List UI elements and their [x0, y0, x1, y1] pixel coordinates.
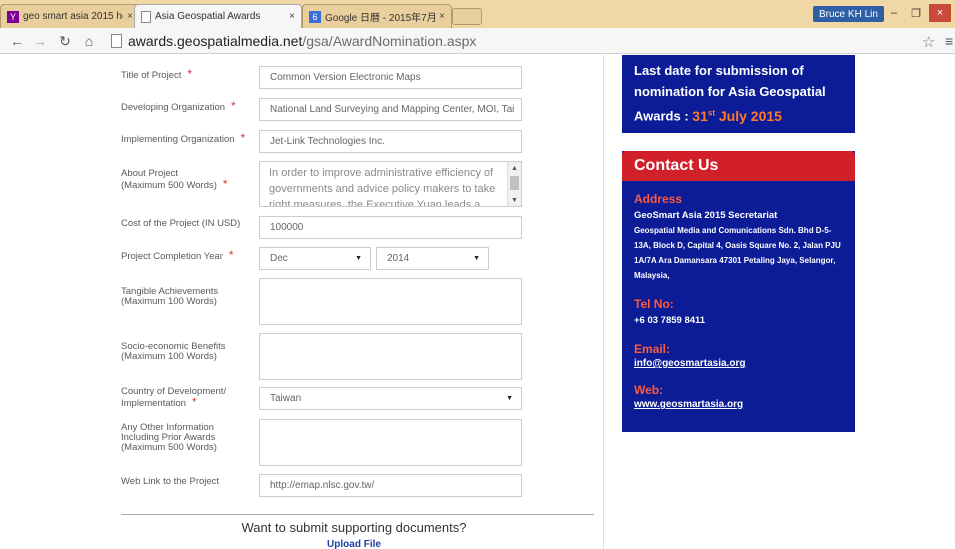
- country-select[interactable]: Taiwan ▼: [259, 387, 522, 410]
- other-info-textarea[interactable]: [259, 419, 522, 466]
- organization-name: GeoSmart Asia 2015 Secretariat: [634, 210, 778, 221]
- new-tab-button[interactable]: [452, 8, 482, 25]
- web-title: Web:: [634, 383, 664, 397]
- required-mark: *: [187, 67, 193, 81]
- required-mark: *: [191, 395, 197, 409]
- selected-year: 2014: [387, 253, 410, 264]
- page-content: Title of Project * Common Version Electro…: [0, 55, 955, 549]
- tab-strip: Y geo smart asia 2015 help × Asia Geospa…: [0, 0, 955, 28]
- title-input[interactable]: Common Version Electronic Maps: [259, 66, 522, 89]
- tel-number: +6 03 7859 8411: [634, 315, 706, 326]
- completion-year-select[interactable]: 2014 ▼: [376, 247, 489, 270]
- country-label: Country of Development/ Implementation *: [121, 386, 227, 409]
- about-textarea[interactable]: In order to improve administrative effic…: [259, 161, 522, 207]
- yahoo-icon: Y: [7, 10, 19, 23]
- browser-toolbar: ← → ↻ ⌂ awards.geospatialmedia.net/gsa/A…: [0, 28, 955, 54]
- address-text: Geospatial Media and Comunications Sdn. …: [634, 226, 841, 280]
- home-icon[interactable]: ⌂: [80, 32, 98, 50]
- back-icon[interactable]: ←: [8, 32, 26, 50]
- supporting-docs-prompt: Want to submit supporting documents?: [241, 520, 467, 535]
- chevron-down-icon: ▼: [355, 255, 362, 262]
- nomination-form: Title of Project * Common Version Electro…: [104, 55, 604, 549]
- address-title: Address: [634, 192, 683, 206]
- tab-google-calendar[interactable]: 6 Google 日曆 - 2015年7月 ×: [302, 4, 452, 28]
- required-mark: *: [222, 177, 228, 191]
- completion-month-select[interactable]: Dec ▼: [259, 247, 371, 270]
- email-link[interactable]: info@geosmartasia.org: [634, 358, 843, 369]
- tab-geo-smart-search[interactable]: Y geo smart asia 2015 help ×: [0, 4, 140, 28]
- web-link-label: Web Link to the Project: [121, 476, 220, 487]
- about-label: About Project (Maximum 500 Words) *: [121, 168, 228, 191]
- implementing-org-label: Implementing Organization *: [121, 131, 246, 145]
- profile-button[interactable]: Bruce KH Lin: [813, 6, 884, 22]
- address-bar[interactable]: awards.geospatialmedia.net/gsa/AwardNomi…: [111, 31, 931, 51]
- other-info-label: Any Other Information Including Prior Aw…: [121, 422, 217, 453]
- close-window-icon[interactable]: ×: [929, 4, 951, 22]
- tel-title: Tel No:: [634, 297, 674, 311]
- email-title: Email:: [634, 342, 671, 356]
- web-link-input[interactable]: http://emap.nlsc.gov.tw/: [259, 474, 522, 497]
- upload-file-link[interactable]: Upload File: [104, 539, 604, 549]
- developing-org-label: Developing Organization *: [121, 99, 236, 113]
- scroll-up-icon[interactable]: ▲: [508, 162, 521, 174]
- scroll-thumb[interactable]: [510, 176, 519, 190]
- menu-icon[interactable]: ≡: [945, 33, 953, 49]
- tab-asia-geospatial-awards[interactable]: Asia Geospatial Awards ×: [134, 4, 302, 28]
- bookmark-star-icon[interactable]: ☆: [922, 33, 935, 51]
- required-mark: *: [240, 131, 246, 145]
- tangible-textarea[interactable]: [259, 278, 522, 325]
- chevron-down-icon: ▼: [506, 395, 513, 402]
- forward-icon[interactable]: →: [31, 32, 49, 50]
- selected-country: Taiwan: [270, 393, 302, 404]
- close-tab-icon[interactable]: ×: [289, 11, 295, 22]
- url-host: awards.geospatialmedia.net: [128, 33, 303, 49]
- reload-icon[interactable]: ↻: [56, 32, 74, 50]
- about-text: In order to improve administrative effic…: [269, 167, 496, 206]
- required-mark: *: [228, 248, 234, 262]
- implementing-org-input[interactable]: Jet-Link Technologies Inc.: [259, 130, 522, 153]
- website-link[interactable]: www.geosmartasia.org: [634, 399, 843, 410]
- page-icon: [141, 10, 151, 23]
- close-tab-icon[interactable]: ×: [127, 11, 133, 22]
- url-path: /gsa/AwardNomination.aspx: [302, 33, 477, 49]
- tab-label: Asia Geospatial Awards: [155, 11, 261, 22]
- divider: [121, 514, 594, 515]
- socio-label: Socio-economic Benefits (Maximum 100 Wor…: [121, 341, 226, 362]
- selected-month: Dec: [270, 253, 288, 264]
- tangible-label: Tangible Achievements (Maximum 100 Words…: [121, 286, 219, 307]
- minimize-icon[interactable]: –: [883, 4, 905, 22]
- maximize-icon[interactable]: ❐: [905, 4, 927, 22]
- socio-textarea[interactable]: [259, 333, 522, 380]
- contact-heading: Contact Us: [622, 151, 855, 181]
- deadline-date: 31st July 2015: [692, 107, 782, 124]
- deadline-box: Last date for submission of nomination f…: [622, 55, 855, 133]
- completion-year-label: Project Completion Year *: [121, 248, 234, 262]
- contact-box: Contact Us Address GeoSmart Asia 2015 Se…: [622, 151, 855, 432]
- required-mark: *: [231, 99, 236, 113]
- textarea-scrollbar[interactable]: ▲ ▼: [507, 162, 521, 206]
- cost-label: Cost of the Project (IN USD): [121, 218, 241, 229]
- scroll-down-icon[interactable]: ▼: [508, 194, 521, 206]
- tab-label: geo smart asia 2015 help: [23, 11, 123, 22]
- cost-input[interactable]: 100000: [259, 216, 522, 239]
- developing-org-input[interactable]: National Land Surveying and Mapping Cent…: [259, 98, 522, 121]
- page-icon: [111, 34, 122, 48]
- title-label: Title of Project *: [121, 67, 193, 81]
- tab-label: Google 日曆 - 2015年7月: [325, 13, 436, 24]
- close-tab-icon[interactable]: ×: [439, 11, 445, 22]
- chevron-down-icon: ▼: [473, 255, 480, 262]
- calendar-icon: 6: [309, 10, 321, 23]
